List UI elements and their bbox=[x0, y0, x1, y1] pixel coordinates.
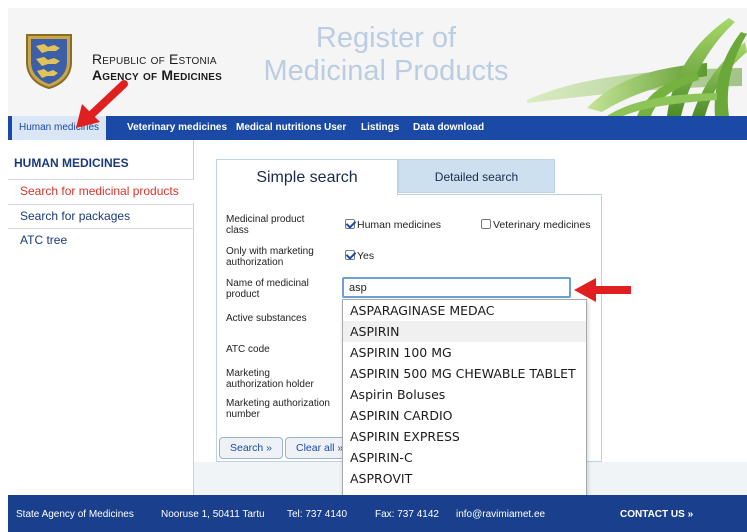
nav-data-download[interactable]: Data download bbox=[413, 116, 484, 140]
authorization-number-label: Marketing authorization number bbox=[226, 398, 330, 420]
autocomplete-item[interactable]: ASPIRIN 500 MG CHEWABLE TABLET bbox=[343, 363, 586, 384]
footer-email[interactable]: info@ravimiamet.ee bbox=[456, 509, 545, 520]
autocomplete-item[interactable]: Aspirin Boluses bbox=[343, 384, 586, 405]
sidebar-item-search-packages[interactable]: Search for packages bbox=[8, 204, 194, 228]
atc-code-label: ATC code bbox=[226, 344, 270, 355]
product-name-input[interactable] bbox=[342, 277, 571, 298]
footer-org: State Agency of Medicines bbox=[16, 509, 134, 520]
footer-tel: Tel: 737 4140 bbox=[287, 509, 348, 520]
sidebar: HUMAN MEDICINES Search for medicinal pro… bbox=[8, 140, 194, 495]
veterinary-medicines-checkbox[interactable] bbox=[481, 219, 491, 229]
human-medicines-option[interactable]: Human medicines bbox=[345, 219, 441, 231]
autocomplete-item[interactable]: ASPIRIN bbox=[343, 321, 586, 342]
sidebar-item-search-medicinal-products[interactable]: Search for medicinal products bbox=[8, 179, 194, 203]
autocomplete-item[interactable]: ASPIRIN CARDIO bbox=[343, 405, 586, 426]
tab-detailed-search[interactable]: Detailed search bbox=[398, 159, 555, 193]
nav-medical-nutritions[interactable]: Medical nutritions bbox=[236, 116, 322, 140]
marketing-yes-option[interactable]: Yes bbox=[345, 250, 374, 262]
marketing-authorization-label: Only with marketing authorization bbox=[226, 246, 314, 268]
marketing-yes-label: Yes bbox=[357, 250, 375, 262]
product-class-label: Medicinal product class bbox=[226, 214, 305, 236]
footer-contact-link[interactable]: CONTACT US » bbox=[620, 509, 693, 520]
product-name-label: Name of medicinal product bbox=[226, 278, 309, 300]
authorization-holder-label: Marketing authorization holder bbox=[226, 368, 314, 390]
annotation-arrow-icon bbox=[574, 278, 631, 302]
active-substances-label: Active substances bbox=[226, 313, 307, 324]
marketing-yes-checkbox[interactable] bbox=[345, 250, 355, 260]
agency-name: Republic of Estonia Agency of Medicines bbox=[92, 51, 222, 83]
human-medicines-option-label: Human medicines bbox=[357, 219, 442, 231]
autocomplete-item[interactable]: ASPIRIN 100 MG bbox=[343, 342, 586, 363]
autocomplete-item[interactable]: ASPIRIN-C bbox=[343, 447, 586, 468]
search-button[interactable]: Search » bbox=[219, 437, 284, 459]
autocomplete-dropdown: ASPARAGINASE MEDAC ASPIRIN ASPIRIN 100 M… bbox=[342, 299, 587, 512]
nav-listings[interactable]: Listings bbox=[361, 116, 399, 140]
footer-address: Nooruse 1, 50411 Tartu bbox=[161, 509, 265, 520]
autocomplete-item[interactable]: ASPIRIN EXPRESS bbox=[343, 426, 586, 447]
human-medicines-checkbox[interactable] bbox=[345, 219, 355, 229]
sidebar-title: HUMAN MEDICINES bbox=[14, 156, 129, 170]
tab-simple-search[interactable]: Simple search bbox=[216, 159, 398, 195]
aloe-plant-image bbox=[527, 18, 747, 116]
veterinary-medicines-option[interactable]: Veterinary medicines bbox=[481, 219, 590, 231]
agency-line-1: Republic of Estonia bbox=[92, 51, 217, 67]
sidebar-item-atc-tree[interactable]: ATC tree bbox=[8, 228, 194, 252]
site-footer: State Agency of Medicines Nooruse 1, 504… bbox=[8, 495, 747, 532]
nav-veterinary-medicines[interactable]: Veterinary medicines bbox=[127, 116, 227, 140]
veterinary-medicines-option-label: Veterinary medicines bbox=[493, 219, 591, 231]
annotation-arrow-icon bbox=[76, 80, 128, 128]
nav-user[interactable]: User bbox=[324, 116, 346, 140]
coat-of-arms-icon bbox=[26, 34, 72, 90]
footer-fax: Fax: 737 4142 bbox=[375, 509, 439, 520]
autocomplete-item[interactable]: ASPARAGINASE MEDAC bbox=[343, 300, 586, 321]
autocomplete-item[interactable]: ASPROVIT bbox=[343, 468, 586, 489]
